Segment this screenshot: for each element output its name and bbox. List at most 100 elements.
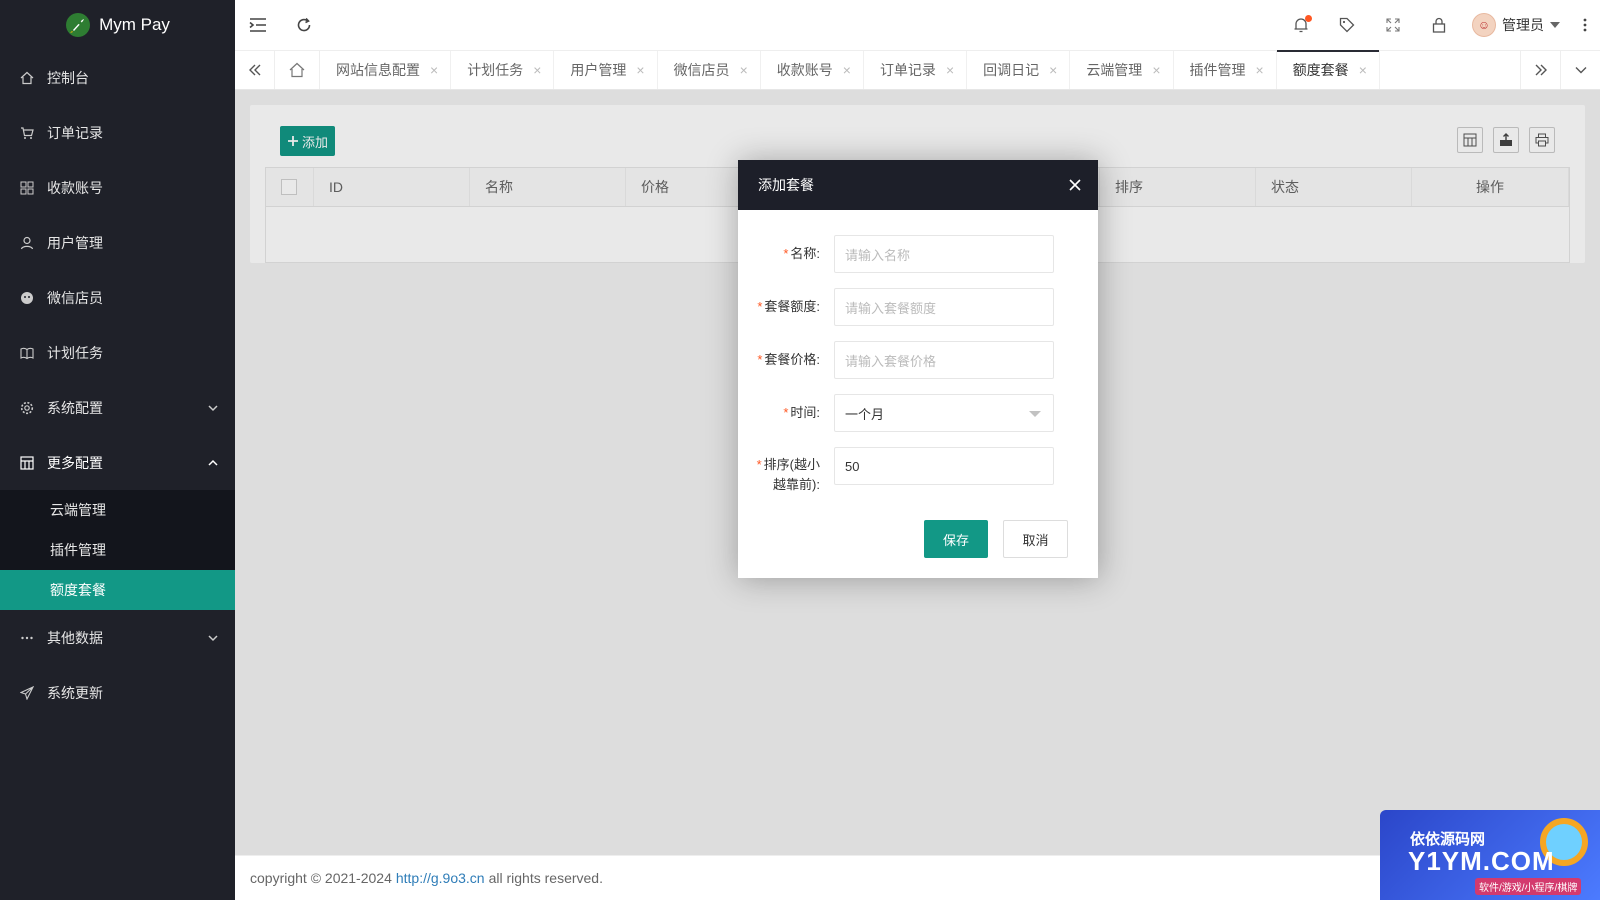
chevron-down-icon [208,634,218,641]
app-logo[interactable]: Mym Pay [0,0,235,50]
required-mark: * [757,299,763,314]
notification-button[interactable] [1278,0,1324,50]
sidebar-item-wechat-staff[interactable]: 微信店员 [0,270,235,325]
close-icon[interactable]: × [946,62,954,78]
close-icon[interactable]: × [636,62,644,78]
home-icon [289,62,305,78]
tab-cloud-management[interactable]: 云端管理 × [1070,51,1174,89]
dropdown-arrow-icon [1029,411,1041,417]
add-package-dialog: 添加套餐 * 名称: 请输入名称 * 套餐额度: 请输入套餐额度 * 套餐价格: 请输… [738,160,1098,578]
tab-wechat-staff[interactable]: 微信店员 × [658,51,761,89]
watermark-sub-text: 软件/游戏/小程序/棋牌 [1475,878,1582,895]
field-label: * 套餐价格: [738,341,834,379]
sidebar-item-label: 其他数据 [47,629,103,646]
app-name: Mym Pay [99,15,170,34]
close-icon[interactable] [1068,178,1082,192]
field-label: * 名称: [738,235,834,273]
tab-label: 订单记录 [879,62,936,78]
required-mark: * [783,246,789,261]
sidebar-item-cloud-management[interactable]: 云端管理 [0,490,235,530]
tag-button[interactable] [1324,0,1370,50]
name-input[interactable]: 请输入名称 [834,235,1054,273]
menu-toggle-button[interactable] [235,0,281,50]
avatar: ☺ [1472,13,1496,37]
sidebar-item-label: 系统配置 [47,399,103,416]
footer-rights: all rights reserved. [488,870,603,886]
duration-label: 时间: [790,405,820,420]
quota-input[interactable]: 请输入套餐额度 [834,288,1054,326]
tab-quota-packages[interactable]: 额度套餐 × [1276,50,1380,89]
tabs-menu-button[interactable] [1560,51,1600,89]
tab-home[interactable] [275,51,320,89]
tab-site-config[interactable]: 网站信息配置 × [320,51,452,89]
lock-screen-button[interactable] [1416,0,1462,50]
send-icon [20,685,34,700]
field-label: * 排序(越小 越靠前): [738,447,834,495]
tab-callback-log[interactable]: 回调日记 × [967,51,1071,89]
sidebar-item-orders[interactable]: 订单记录 [0,105,235,160]
sidebar-item-scheduled-tasks[interactable]: 计划任务 [0,325,235,380]
sidebar-item-quota-packages[interactable]: 额度套餐 [0,570,235,610]
sort-label-line1: 排序(越小 [763,457,820,472]
close-icon[interactable]: × [1256,62,1264,78]
tab-plugin-management[interactable]: 插件管理 × [1174,51,1277,89]
sidebar-item-other-data[interactable]: 其他数据 [0,610,235,665]
close-icon[interactable]: × [740,62,748,78]
duration-value: 一个月 [845,406,885,422]
chevron-down-icon [208,404,218,411]
sidebar-item-plugin-management[interactable]: 插件管理 [0,530,235,570]
tab-scheduled-tasks[interactable]: 计划任务 × [451,51,555,89]
footer-link[interactable]: http://g.9o3.cn [396,870,485,886]
tab-label: 额度套餐 [1292,62,1349,78]
tabs-scroll-right-button[interactable] [1520,51,1560,89]
sidebar-item-system-update[interactable]: 系统更新 [0,665,235,720]
close-icon[interactable]: × [1152,62,1160,78]
refresh-button[interactable] [281,0,327,50]
price-input[interactable]: 请输入套餐价格 [834,341,1054,379]
sidebar-item-accounts[interactable]: 收款账号 [0,160,235,215]
sort-input[interactable]: 50 [834,447,1054,485]
tab-label: 用户管理 [570,62,627,78]
sidebar-item-label: 微信店员 [47,289,103,306]
required-mark: * [783,405,789,420]
tab-users[interactable]: 用户管理 × [554,51,658,89]
footer-copyright: copyright © 2021-2024 [250,870,392,886]
sidebar-item-dashboard[interactable]: 控制台 [0,50,235,105]
close-icon[interactable]: × [1049,62,1057,78]
close-icon[interactable]: × [533,62,541,78]
sidebar-item-users[interactable]: 用户管理 [0,215,235,270]
form-row-price: * 套餐价格: 请输入套餐价格 [738,341,1068,379]
tab-label: 收款账号 [776,62,833,78]
duration-select[interactable]: 一个月 [834,394,1054,432]
tab-label: 插件管理 [1189,62,1246,78]
fullscreen-icon [1386,18,1400,32]
sidebar-item-label: 订单记录 [47,124,103,141]
sidebar-item-label: 收款账号 [47,179,103,196]
close-icon[interactable]: × [430,62,438,78]
user-menu[interactable]: ☺ 管理员 [1462,13,1570,37]
username: 管理员 [1502,17,1544,33]
vertical-dots-icon [1583,18,1587,32]
fullscreen-button[interactable] [1370,0,1416,50]
wechat-icon [20,291,34,305]
tab-label: 网站信息配置 [336,62,420,78]
cancel-button[interactable]: 取消 [1003,520,1068,558]
sidebar-item-label: 计划任务 [47,344,103,361]
tab-orders[interactable]: 订单记录 × [864,51,968,89]
tabs-scroll-left-button[interactable] [235,51,275,89]
chevron-up-icon [208,459,218,466]
sidebar-item-label: 控制台 [47,69,89,86]
sidebar-item-more-config[interactable]: 更多配置 [0,435,235,490]
close-icon[interactable]: × [843,62,851,78]
save-button[interactable]: 保存 [924,520,988,558]
sidebar-item-label: 用户管理 [47,234,103,251]
double-chevron-right-icon [1535,64,1547,76]
sort-label-line2: 越靠前): [773,477,820,492]
tab-accounts[interactable]: 收款账号 × [761,51,864,89]
user-icon [20,236,34,250]
caret-down-icon [1550,22,1560,28]
sidebar-item-system-config[interactable]: 系统配置 [0,380,235,435]
close-icon[interactable]: × [1359,62,1367,78]
lock-icon [1432,17,1446,33]
more-options-button[interactable] [1570,0,1600,50]
